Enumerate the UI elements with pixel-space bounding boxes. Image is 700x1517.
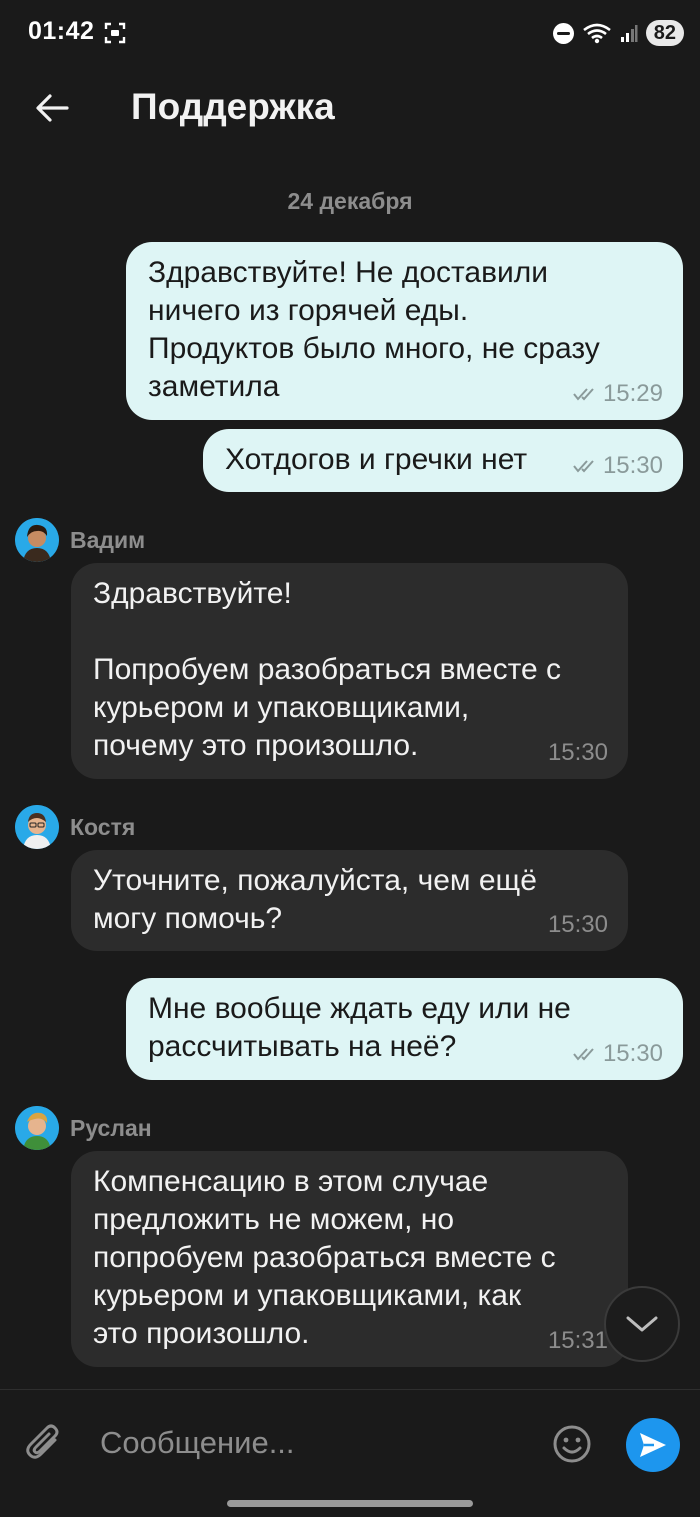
do-not-disturb-icon [552, 22, 574, 44]
chevron-down-icon [626, 1316, 658, 1332]
back-button[interactable] [28, 86, 76, 130]
chat-screen: 01:42 82 Поддержка 24 декабря Здравствуй… [0, 0, 700, 1517]
incoming-message[interactable]: Уточните, пожалуйста, чем ещё могу помоч… [71, 850, 628, 951]
avatar[interactable] [15, 805, 59, 849]
send-button[interactable] [626, 1418, 680, 1472]
back-arrow-icon [36, 94, 69, 122]
message-meta: 15:29 [573, 381, 663, 407]
status-bar: 01:42 82 [0, 0, 700, 66]
message-time: 15:29 [602, 380, 663, 407]
sender-name: Руслан [70, 1114, 152, 1141]
incoming-message[interactable]: Компенсацию в этом случае предложить не … [71, 1151, 628, 1367]
home-indicator[interactable] [227, 1500, 473, 1507]
incoming-message[interactable]: Здравствуйте! Попробуем разобраться вмес… [71, 563, 628, 779]
message-meta: 15:31 [548, 1328, 608, 1354]
scroll-to-bottom-button[interactable] [604, 1286, 680, 1362]
battery-level: 82 [645, 20, 684, 46]
wifi-icon [582, 23, 611, 44]
avatar-ruslan-icon [15, 1106, 59, 1150]
message-text: Компенсацию в этом случае предложить не … [93, 1165, 556, 1350]
status-time: 01:42 [28, 17, 95, 45]
message-text: Здравствуйте! Попробуем разобраться вмес… [93, 577, 562, 762]
message-time: 15:31 [547, 1327, 608, 1354]
read-check-icon [573, 1048, 594, 1061]
message-text: Уточните, пожалуйста, чем ещё могу помоч… [93, 864, 537, 935]
status-icons: 82 [552, 18, 684, 48]
sender-name: Вадим [70, 526, 146, 553]
read-check-icon [573, 388, 594, 401]
message-time: 15:30 [547, 911, 608, 938]
message-time: 15:30 [602, 452, 663, 479]
avatar[interactable] [15, 518, 59, 562]
chat-header: Поддержка [0, 66, 700, 152]
outgoing-message[interactable]: Здравствуйте! Не доставили ничего из гор… [126, 242, 683, 420]
signal-icon [620, 25, 638, 42]
message-meta: 15:30 [548, 740, 608, 766]
emoji-icon[interactable] [552, 1424, 592, 1464]
date-separator: 24 декабря [287, 188, 413, 214]
send-icon [640, 1433, 666, 1457]
outgoing-message[interactable]: Мне вообще ждать еду или не рассчитывать… [126, 978, 683, 1080]
sender-header: Вадим [15, 517, 145, 563]
message-meta: 15:30 [573, 453, 663, 479]
message-meta: 15:30 [573, 1041, 663, 1067]
screenshot-indicator-icon [104, 22, 126, 44]
message-time: 15:30 [602, 1040, 663, 1067]
message-meta: 15:30 [548, 912, 608, 938]
page-title: Поддержка [131, 86, 335, 127]
sender-header: Костя [15, 804, 135, 850]
read-check-icon [573, 460, 594, 473]
paperclip-icon[interactable] [22, 1420, 68, 1466]
message-input[interactable] [100, 1418, 520, 1468]
sender-name: Костя [70, 813, 136, 840]
message-time: 15:30 [547, 739, 608, 766]
message-composer [0, 1389, 700, 1517]
avatar-kostya-icon [15, 805, 59, 849]
avatar[interactable] [15, 1106, 59, 1150]
avatar-vadim-icon [15, 518, 59, 562]
outgoing-message[interactable]: Хотдогов и гречки нет 15:30 [203, 429, 683, 492]
sender-header: Руслан [15, 1105, 152, 1151]
